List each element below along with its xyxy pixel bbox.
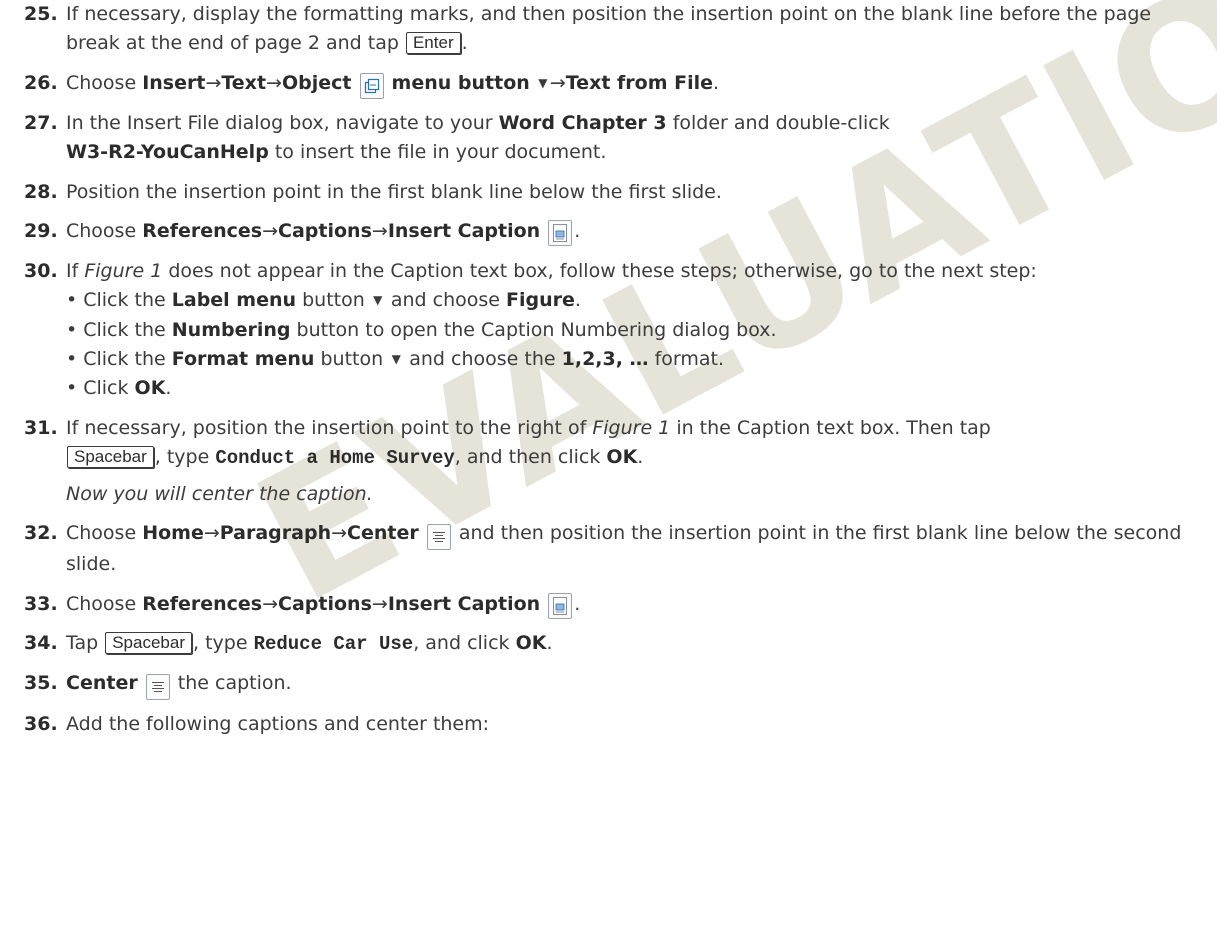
- step-33: 33. Choose References→Captions→Insert Ca…: [24, 590, 1205, 619]
- step-text: Choose Home→Paragraph→Center and then po…: [66, 522, 1182, 576]
- step-29: 29. Choose References→Captions→Insert Ca…: [24, 217, 1205, 247]
- step-number: 26.: [24, 71, 58, 94]
- step-number: 36.: [24, 713, 58, 736]
- step-25: 25. If necessary, display the formatting…: [24, 0, 1205, 59]
- step-36: 36. Add the following captions and cente…: [24, 710, 1205, 739]
- substeps-list: Click the Label menu button ▼ and choose…: [66, 286, 1205, 404]
- step-text: Choose References→Captions→Insert Captio…: [66, 217, 1205, 247]
- step-text: Center the caption.: [66, 669, 1205, 701]
- insert-caption-icon: [548, 592, 573, 619]
- step-number: 35.: [24, 672, 58, 695]
- center-align-icon: [145, 674, 170, 701]
- step-number: 34.: [24, 632, 58, 654]
- instruction-list: 25. If necessary, display the formatting…: [0, 0, 1217, 740]
- step-text: Position the insertion point in the firs…: [66, 180, 722, 203]
- spacebar-key: Spacebar: [105, 632, 192, 654]
- step-text: If necessary, display the formatting mar…: [66, 3, 1152, 55]
- center-align-icon: [426, 524, 451, 551]
- dropdown-arrow-icon: ▼: [373, 293, 383, 308]
- object-icon: [359, 72, 384, 99]
- list-item: Click the Label menu button ▼ and choose…: [66, 286, 1205, 315]
- list-item: Click OK.: [66, 374, 1205, 403]
- step-number: 30.: [24, 259, 58, 282]
- step-31: 31. If necessary, position the insertion…: [24, 414, 1205, 474]
- step-text: Tap Spacebar, type Reduce Car Use, and c…: [66, 632, 553, 655]
- step-number: 31.: [24, 416, 58, 439]
- step-32: 32. Choose Home→Paragraph→Center and the…: [24, 519, 1205, 579]
- step-text: In the Insert File dialog box, navigate …: [66, 111, 890, 164]
- step-30: 30. If Figure 1 does not appear in the C…: [24, 257, 1205, 286]
- step-text: Choose References→Captions→Insert Captio…: [66, 590, 1205, 619]
- step-28: 28. Position the insertion point in the …: [24, 178, 1205, 207]
- list-item: Click the Numbering button to open the C…: [66, 316, 1205, 345]
- enter-key: Enter: [405, 32, 461, 55]
- step-number: 25.: [24, 3, 58, 25]
- typed-text: Reduce Car Use: [253, 633, 414, 655]
- step-number: 29.: [24, 220, 58, 243]
- instruction-note: Now you will center the caption.: [66, 482, 373, 505]
- step-number: 32.: [24, 522, 58, 545]
- step-text: If Figure 1 does not appear in the Capti…: [66, 259, 1037, 282]
- dropdown-arrow-icon: ▼: [391, 351, 401, 366]
- step-number: 33.: [24, 592, 58, 615]
- spacebar-key: Spacebar: [67, 446, 154, 469]
- step-number: 27.: [24, 111, 58, 134]
- dropdown-arrow-icon: ▼: [538, 75, 548, 90]
- typed-text: Conduct a Home Survey: [215, 447, 455, 470]
- step-27: 27. In the Insert File dialog box, navig…: [24, 109, 1205, 168]
- step-number: 28.: [24, 180, 58, 203]
- step-26: 26. Choose Insert→Text→Object menu butto…: [24, 69, 1205, 99]
- insert-caption-icon: [548, 220, 573, 247]
- step-text: Choose Insert→Text→Object menu button ▼ →…: [66, 69, 1205, 99]
- step-34: 34. Tap Spacebar, type Reduce Car Use, a…: [24, 629, 1205, 659]
- list-item: Click the Format menu button ▼ and choos…: [66, 345, 1205, 374]
- step-text: If necessary, position the insertion poi…: [66, 416, 991, 470]
- step-text: Add the following captions and center th…: [66, 713, 490, 736]
- step-35: 35. Center the caption.: [24, 669, 1205, 701]
